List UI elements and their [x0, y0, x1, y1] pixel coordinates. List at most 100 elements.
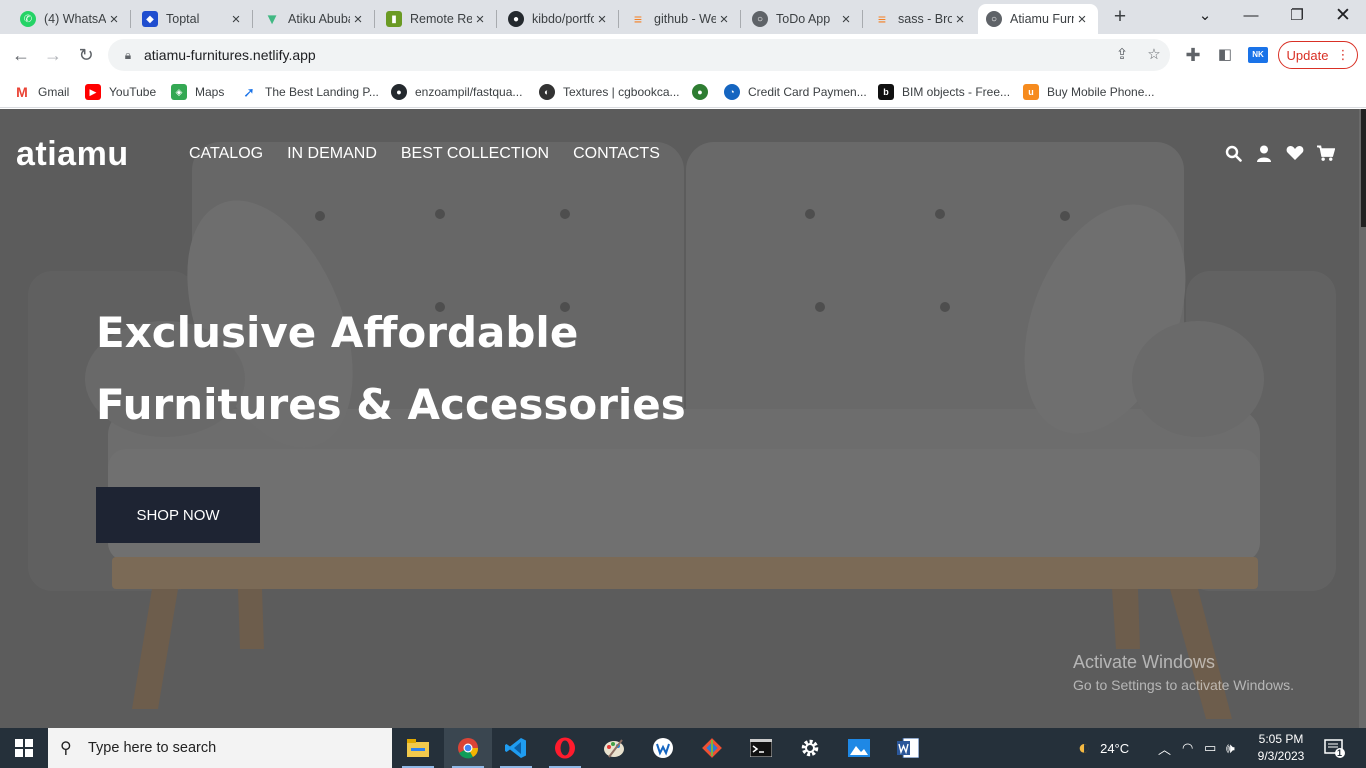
- photos-icon[interactable]: [835, 728, 883, 768]
- lock-icon[interactable]: 🔒︎: [120, 48, 136, 63]
- chrome-icon[interactable]: [444, 728, 492, 768]
- nav-contacts[interactable]: CONTACTS: [573, 145, 660, 163]
- tab-atiamu[interactable]: ○ Atiamu Furnitures ×: [978, 4, 1098, 34]
- heart-icon[interactable]: [1286, 143, 1304, 163]
- tray-chevron-icon[interactable]: ︿: [1158, 728, 1171, 768]
- tab-title: sass - Browser: [898, 12, 952, 26]
- tab-remote[interactable]: ▮ Remote Remote ×: [378, 4, 496, 34]
- weather-moon-icon: ◐: [1078, 736, 1091, 759]
- vscode-icon[interactable]: [492, 728, 540, 768]
- close-icon[interactable]: ×: [472, 11, 488, 28]
- bookmark-label: Textures | cgbookca...: [563, 85, 680, 99]
- page-viewport: atiamu CATALOG IN DEMAND BEST COLLECTION…: [0, 109, 1366, 728]
- battery-icon[interactable]: ▭: [1204, 728, 1216, 768]
- toptal-icon: ◆: [142, 11, 158, 27]
- cart-icon[interactable]: [1317, 143, 1335, 163]
- tab-search-button[interactable]: ⌄: [1182, 0, 1228, 32]
- weather-widget[interactable]: ◐ 24°C: [1078, 728, 1129, 768]
- taskbar-search[interactable]: ⚲ Type here to search: [48, 728, 392, 768]
- git-icon[interactable]: [688, 728, 736, 768]
- bookmark-label: YouTube: [109, 85, 157, 99]
- nav-best-collection[interactable]: BEST COLLECTION: [401, 145, 549, 163]
- bookmark-bim[interactable]: b BIM objects - Free...: [878, 82, 1010, 102]
- tab-toptal[interactable]: ◆ Toptal ×: [134, 4, 252, 34]
- maximize-button[interactable]: ❐: [1274, 0, 1320, 32]
- whatsapp-icon: ✆: [20, 11, 36, 27]
- tab-title: Atiku Abubakar: [288, 12, 350, 26]
- wordpad-icon[interactable]: [639, 728, 687, 768]
- temperature-label: 24°C: [1100, 740, 1130, 756]
- bookmark-credit-card[interactable]: ◔ Credit Card Paymen...: [724, 82, 867, 102]
- back-button[interactable]: ←: [8, 42, 34, 68]
- tab-sass[interactable]: ≡ sass - Browser ×: [866, 4, 976, 34]
- settings-icon[interactable]: [786, 728, 834, 768]
- forward-button[interactable]: →: [40, 42, 66, 68]
- bookmark-textures[interactable]: ◐ Textures | cgbookca...: [539, 82, 680, 102]
- bookmark-label: enzoampil/fastqua...: [415, 85, 523, 99]
- file-explorer-icon[interactable]: [394, 728, 442, 768]
- watermark-title: Activate Windows: [1073, 652, 1216, 672]
- address-bar[interactable]: 🔒︎ atiamu-furnitures.netlify.app ⇪ ☆: [108, 39, 1170, 71]
- bookmark-maps[interactable]: ◈ Maps: [171, 82, 224, 102]
- circle-icon: ●: [692, 84, 708, 100]
- bookmark-jumia[interactable]: u Buy Mobile Phone...: [1023, 82, 1154, 102]
- bookmark-youtube[interactable]: ▶ YouTube: [85, 82, 156, 102]
- taskbar-search-placeholder[interactable]: Type here to search: [88, 740, 216, 756]
- windows-logo-icon: [15, 739, 33, 757]
- close-icon[interactable]: ×: [838, 11, 854, 28]
- search-icon[interactable]: [1224, 143, 1242, 163]
- globe-icon: ○: [986, 11, 1002, 27]
- nav-catalog[interactable]: CATALOG: [189, 145, 263, 163]
- bookmark-star-icon[interactable]: ☆: [1142, 43, 1166, 67]
- extensions-icon[interactable]: ✚: [1180, 42, 1206, 68]
- network-icon[interactable]: ◠: [1182, 728, 1193, 768]
- side-panel-icon[interactable]: ◧: [1212, 42, 1238, 68]
- bookmark-label: Maps: [195, 85, 225, 99]
- notification-center-icon[interactable]: 1: [1324, 728, 1346, 768]
- close-icon[interactable]: ×: [1074, 11, 1090, 28]
- minimize-button[interactable]: —: [1228, 0, 1274, 32]
- reload-button[interactable]: ↻: [73, 42, 99, 68]
- close-icon[interactable]: ×: [228, 11, 244, 28]
- close-icon[interactable]: ×: [594, 11, 610, 28]
- scrollbar-thumb[interactable]: [1361, 109, 1366, 227]
- update-button[interactable]: Update ⋮: [1278, 41, 1358, 69]
- bookmark-gmail[interactable]: M Gmail: [14, 82, 69, 102]
- bookmark-enzoampil[interactable]: ● enzoampil/fastqua...: [391, 82, 522, 102]
- profile-avatar[interactable]: NK: [1248, 47, 1268, 63]
- bookmarks-bar: M Gmail ▶ YouTube ◈ Maps ➚ The Best Land…: [0, 76, 1366, 108]
- bookmark-circle[interactable]: ●: [692, 82, 716, 102]
- android-icon: ▮: [386, 11, 402, 27]
- tab-atiku[interactable]: ▼ Atiku Abubakar ×: [256, 4, 374, 34]
- terminal-icon[interactable]: [737, 728, 785, 768]
- tab-github[interactable]: ≡ github - Web ×: [622, 4, 740, 34]
- paint-icon[interactable]: [590, 728, 638, 768]
- tab-title: Atiamu Furnitures: [1010, 12, 1074, 26]
- tab-strip: ✆ (4) WhatsApp × ◆ Toptal × ▼ Atiku Abub…: [0, 0, 1366, 34]
- taskbar-clock[interactable]: 5:05 PM 9/3/2023: [1252, 731, 1310, 765]
- close-icon[interactable]: ×: [350, 11, 366, 28]
- bookmark-landing[interactable]: ➚ The Best Landing P...: [241, 82, 379, 102]
- new-tab-button[interactable]: +: [1108, 4, 1132, 30]
- share-icon[interactable]: ⇪: [1110, 43, 1134, 67]
- tab-whatsapp[interactable]: ✆ (4) WhatsApp ×: [12, 4, 130, 34]
- tab-todo[interactable]: ○ ToDo App ×: [744, 4, 862, 34]
- close-icon[interactable]: ×: [716, 11, 732, 28]
- word-icon[interactable]: [884, 728, 932, 768]
- volume-icon[interactable]: 🕪︎: [1226, 728, 1235, 768]
- user-icon[interactable]: [1255, 143, 1273, 163]
- site-logo[interactable]: atiamu: [16, 135, 129, 174]
- hero-line-1: Exclusive Affordable: [96, 308, 579, 357]
- opera-icon[interactable]: [541, 728, 589, 768]
- tab-kibdo[interactable]: ● kibdo/portfolio ×: [500, 4, 618, 34]
- shop-now-button[interactable]: SHOP NOW: [96, 487, 260, 543]
- nav-in-demand[interactable]: IN DEMAND: [287, 145, 377, 163]
- github-icon: ●: [391, 84, 407, 100]
- close-icon[interactable]: ×: [106, 11, 122, 28]
- start-button[interactable]: [0, 728, 48, 768]
- activate-windows-watermark: Activate Windows Go to Settings to activ…: [1073, 652, 1294, 693]
- url-text[interactable]: atiamu-furnitures.netlify.app: [144, 47, 316, 63]
- close-window-button[interactable]: ✕: [1320, 0, 1366, 32]
- close-icon[interactable]: ×: [952, 11, 968, 28]
- hero-line-2: Furnitures & Accessories: [96, 380, 686, 429]
